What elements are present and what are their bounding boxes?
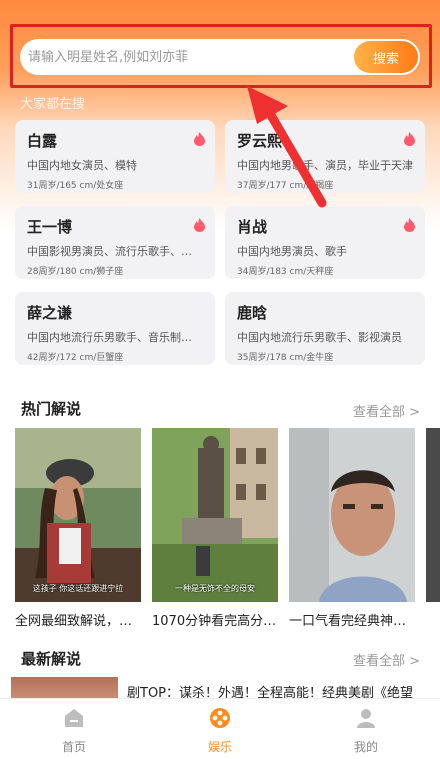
video-title: 一口气看完经典神… bbox=[289, 614, 407, 629]
video-thumbnail: 这孩子 你这话还跟进宁拉 bbox=[15, 428, 141, 602]
star-description: 中国内地男歌手、演员，毕业于天津 bbox=[237, 159, 413, 172]
video-thumbnail: 一种是无饰不全的母安 bbox=[152, 428, 278, 602]
popular-section-title: 热门解说 bbox=[21, 400, 82, 418]
popular-video-list: 这孩子 你这话还跟进宁拉 全网最细致解说，… 一种是无饰不全的母安 1070分钟… bbox=[15, 428, 440, 629]
star-info: 37周岁/177 cm/摩羯座 bbox=[237, 181, 334, 191]
video-thumbnail bbox=[289, 428, 415, 602]
star-card[interactable]: 罗云熙 中国内地男歌手、演员，毕业于天津 37周岁/177 cm/摩羯座 bbox=[225, 120, 425, 193]
star-description: 中国内地流行乐男歌手、音乐制… bbox=[27, 331, 192, 344]
star-description: 中国内地流行乐男歌手、影视演员 bbox=[237, 331, 402, 344]
tab-home[interactable]: 首页 bbox=[34, 707, 114, 755]
hot-search-title: 大家都在搜 bbox=[20, 97, 86, 112]
fire-icon bbox=[194, 132, 205, 146]
film-reel-icon bbox=[210, 708, 230, 728]
tab-label: 首页 bbox=[61, 740, 86, 754]
video-thumbnail bbox=[426, 428, 440, 602]
video-title: 1070分钟看完高分… bbox=[152, 614, 277, 629]
latest-see-all-link[interactable]: 查看全部 > bbox=[353, 650, 420, 669]
star-description: 中国影视男演员、流行乐歌手、… bbox=[27, 245, 192, 258]
star-info: 34周岁/183 cm/天秤座 bbox=[237, 267, 334, 277]
bottom-tab-bar: 首页 娱乐 我的 bbox=[0, 698, 440, 759]
video-card[interactable]: 一种是无饰不全的母安 1070分钟看完高分… bbox=[152, 428, 278, 629]
star-name: 薛之谦 bbox=[27, 304, 73, 322]
tab-entertainment[interactable]: 娱乐 bbox=[180, 707, 260, 755]
star-name: 鹿晗 bbox=[237, 304, 268, 322]
star-description: 中国内地男演员、歌手 bbox=[237, 245, 347, 258]
fire-icon bbox=[404, 218, 415, 232]
video-card[interactable]: 一口气看完经典神… bbox=[289, 428, 415, 629]
star-card[interactable]: 白露 中国内地女演员、模特 31周岁/165 cm/处女座 bbox=[15, 120, 215, 193]
user-icon bbox=[357, 709, 375, 728]
star-name: 肖战 bbox=[237, 218, 268, 236]
star-card[interactable]: 薛之谦 中国内地流行乐男歌手、音乐制… 42周岁/172 cm/巨蟹座 bbox=[15, 292, 215, 365]
tab-label: 我的 bbox=[353, 740, 378, 754]
tab-profile[interactable]: 我的 bbox=[326, 707, 406, 755]
star-card[interactable]: 鹿晗 中国内地流行乐男歌手、影视演员 35周岁/178 cm/金牛座 bbox=[225, 292, 425, 365]
home-icon bbox=[65, 709, 83, 727]
fire-icon bbox=[404, 132, 415, 146]
tab-label: 娱乐 bbox=[207, 740, 232, 754]
star-name: 王一博 bbox=[27, 218, 73, 236]
video-caption: 这孩子 你这话还跟进宁拉 bbox=[32, 584, 124, 593]
star-description: 中国内地女演员、模特 bbox=[27, 159, 137, 172]
video-title: 全网最细致解说，… bbox=[15, 614, 133, 629]
star-info: 31周岁/165 cm/处女座 bbox=[27, 181, 124, 191]
star-card[interactable]: 肖战 中国内地男演员、歌手 34周岁/183 cm/天秤座 bbox=[225, 206, 425, 279]
fire-icon bbox=[194, 218, 205, 232]
star-info: 42周岁/172 cm/巨蟹座 bbox=[27, 353, 124, 363]
video-card-partial[interactable] bbox=[426, 428, 440, 602]
star-info: 35周岁/178 cm/金牛座 bbox=[237, 353, 334, 363]
star-info: 28周岁/180 cm/狮子座 bbox=[27, 267, 124, 277]
latest-section-title: 最新解说 bbox=[21, 650, 82, 668]
star-card[interactable]: 王一博 中国影视男演员、流行乐歌手、… 28周岁/180 cm/狮子座 bbox=[15, 206, 215, 279]
highlight-frame bbox=[10, 24, 432, 88]
popular-see-all-link[interactable]: 查看全部 > bbox=[353, 401, 420, 420]
star-name: 罗云熙 bbox=[237, 132, 283, 150]
video-card[interactable]: 这孩子 你这话还跟进宁拉 全网最细致解说，… bbox=[15, 428, 141, 629]
star-name: 白露 bbox=[27, 132, 58, 150]
video-caption: 一种是无饰不全的母安 bbox=[175, 584, 255, 593]
